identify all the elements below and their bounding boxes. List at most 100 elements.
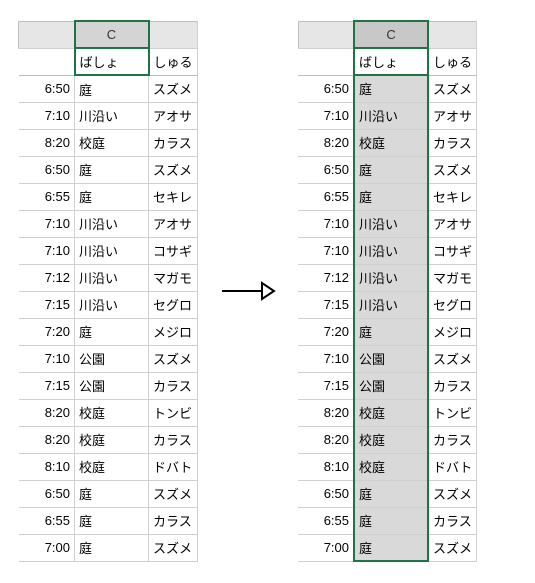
cell-place[interactable]: 公園 — [75, 345, 149, 372]
cell-place[interactable]: 庭 — [75, 480, 149, 507]
cell-type[interactable]: スズメ — [428, 156, 477, 183]
cell-place[interactable]: 庭 — [354, 534, 428, 561]
cell-type[interactable]: アオサ — [149, 210, 198, 237]
cell-time[interactable]: 6:55 — [19, 183, 75, 210]
cell-place[interactable]: 校庭 — [354, 426, 428, 453]
cell-time[interactable]: 7:20 — [19, 318, 75, 345]
cell-time[interactable]: 7:10 — [298, 102, 354, 129]
column-header-d[interactable] — [428, 21, 477, 48]
cell-place[interactable]: 校庭 — [75, 129, 149, 156]
cell-type[interactable]: ドバト — [428, 453, 477, 480]
cell-type[interactable]: トンビ — [149, 399, 198, 426]
cell-place[interactable]: 庭 — [354, 507, 428, 534]
cell-type[interactable]: アオサ — [149, 102, 198, 129]
cell-type[interactable]: コサギ — [428, 237, 477, 264]
cell-place[interactable]: 公園 — [75, 372, 149, 399]
header-cell-time[interactable] — [298, 48, 354, 75]
cell-time[interactable]: 7:00 — [19, 534, 75, 561]
cell-time[interactable]: 8:20 — [298, 399, 354, 426]
header-cell-time[interactable] — [19, 48, 75, 75]
cell-time[interactable]: 7:20 — [298, 318, 354, 345]
header-cell-place[interactable]: ばしょ — [354, 48, 428, 75]
cell-place[interactable]: 川沿い — [75, 102, 149, 129]
cell-type[interactable]: カラス — [428, 507, 477, 534]
cell-place[interactable]: 庭 — [75, 318, 149, 345]
cell-place[interactable]: 川沿い — [75, 291, 149, 318]
cell-place[interactable]: 校庭 — [75, 453, 149, 480]
cell-time[interactable]: 6:55 — [298, 507, 354, 534]
column-header-b[interactable] — [298, 21, 354, 48]
cell-place[interactable]: 川沿い — [75, 237, 149, 264]
cell-time[interactable]: 7:12 — [298, 264, 354, 291]
column-header-c[interactable]: C — [354, 21, 428, 48]
cell-time[interactable]: 6:50 — [19, 480, 75, 507]
cell-place[interactable]: 校庭 — [75, 426, 149, 453]
cell-place[interactable]: 庭 — [75, 75, 149, 102]
cell-type[interactable]: マガモ — [428, 264, 477, 291]
cell-type[interactable]: トンビ — [428, 399, 477, 426]
cell-type[interactable]: セグロ — [149, 291, 198, 318]
cell-time[interactable]: 6:50 — [298, 156, 354, 183]
cell-type[interactable]: スズメ — [149, 480, 198, 507]
cell-time[interactable]: 7:12 — [19, 264, 75, 291]
cell-type[interactable]: カラス — [149, 507, 198, 534]
cell-place[interactable]: 川沿い — [354, 291, 428, 318]
spreadsheet-left[interactable]: C ばしょ しゅる 6:50庭スズメ7:10川沿いアオサ8:20校庭カラス6:5… — [18, 20, 198, 562]
cell-time[interactable]: 7:15 — [298, 291, 354, 318]
cell-time[interactable]: 7:10 — [298, 210, 354, 237]
cell-place[interactable]: 川沿い — [354, 102, 428, 129]
cell-type[interactable]: カラス — [428, 426, 477, 453]
cell-place[interactable]: 庭 — [75, 534, 149, 561]
cell-type[interactable]: スズメ — [149, 345, 198, 372]
cell-time[interactable]: 6:50 — [298, 480, 354, 507]
cell-type[interactable]: スズメ — [428, 345, 477, 372]
cell-type[interactable]: マガモ — [149, 264, 198, 291]
cell-place[interactable]: 庭 — [354, 156, 428, 183]
cell-type[interactable]: アオサ — [428, 210, 477, 237]
cell-type[interactable]: スズメ — [149, 156, 198, 183]
cell-time[interactable]: 8:20 — [298, 129, 354, 156]
cell-type[interactable]: スズメ — [428, 480, 477, 507]
cell-time[interactable]: 7:15 — [298, 372, 354, 399]
cell-place[interactable]: 川沿い — [354, 210, 428, 237]
cell-time[interactable]: 8:10 — [19, 453, 75, 480]
cell-time[interactable]: 7:10 — [298, 237, 354, 264]
cell-time[interactable]: 8:10 — [298, 453, 354, 480]
cell-place[interactable]: 校庭 — [354, 453, 428, 480]
cell-place[interactable]: 庭 — [354, 183, 428, 210]
column-header-d[interactable] — [149, 21, 198, 48]
cell-type[interactable]: カラス — [428, 372, 477, 399]
header-cell-type[interactable]: しゅる — [428, 48, 477, 75]
cell-time[interactable]: 6:55 — [298, 183, 354, 210]
cell-type[interactable]: カラス — [149, 129, 198, 156]
cell-place[interactable]: 校庭 — [354, 129, 428, 156]
cell-place[interactable]: 川沿い — [354, 264, 428, 291]
cell-time[interactable]: 8:20 — [19, 129, 75, 156]
cell-time[interactable]: 6:55 — [19, 507, 75, 534]
cell-place[interactable]: 校庭 — [75, 399, 149, 426]
cell-type[interactable]: カラス — [149, 372, 198, 399]
cell-time[interactable]: 7:15 — [19, 372, 75, 399]
cell-type[interactable]: カラス — [428, 129, 477, 156]
cell-type[interactable]: セキレ — [428, 183, 477, 210]
cell-time[interactable]: 7:10 — [19, 102, 75, 129]
header-cell-place[interactable]: ばしょ — [75, 48, 149, 75]
cell-place[interactable]: 庭 — [354, 75, 428, 102]
cell-place[interactable]: 川沿い — [354, 237, 428, 264]
cell-type[interactable]: スズメ — [149, 75, 198, 102]
cell-time[interactable]: 6:50 — [298, 75, 354, 102]
cell-time[interactable]: 8:20 — [19, 399, 75, 426]
cell-type[interactable]: スズメ — [428, 534, 477, 561]
cell-type[interactable]: スズメ — [149, 534, 198, 561]
cell-time[interactable]: 8:20 — [298, 426, 354, 453]
cell-place[interactable]: 庭 — [75, 156, 149, 183]
cell-place[interactable]: 庭 — [75, 183, 149, 210]
cell-place[interactable]: 校庭 — [354, 399, 428, 426]
cell-time[interactable]: 6:50 — [19, 75, 75, 102]
column-header-b[interactable] — [19, 21, 75, 48]
cell-type[interactable]: アオサ — [428, 102, 477, 129]
cell-place[interactable]: 公園 — [354, 345, 428, 372]
cell-type[interactable]: スズメ — [428, 75, 477, 102]
cell-time[interactable]: 7:00 — [298, 534, 354, 561]
cell-place[interactable]: 庭 — [354, 318, 428, 345]
